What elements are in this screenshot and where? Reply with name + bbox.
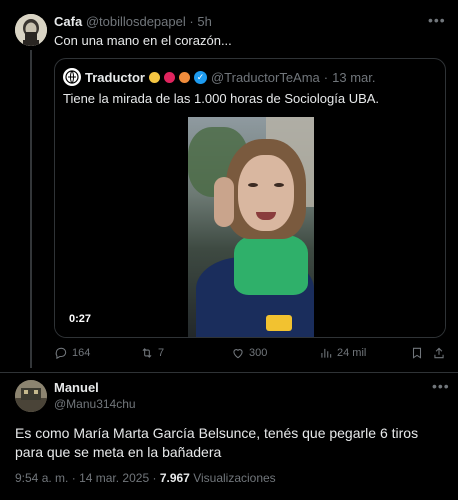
like-button[interactable]: 300 xyxy=(231,346,267,360)
tweet1-separator: · xyxy=(189,14,194,29)
bookmark-icon xyxy=(412,347,422,359)
retweet-button[interactable]: 7 xyxy=(140,346,164,360)
tweet1-time[interactable]: 5h xyxy=(197,14,211,29)
video-frame xyxy=(188,117,314,337)
tweet1-author-handle[interactable]: @tobillosdepapel xyxy=(86,14,186,29)
manuel-avatar[interactable] xyxy=(15,380,47,412)
views-button[interactable]: 24 mil xyxy=(319,346,366,360)
quoted-avatar-icon xyxy=(63,68,81,86)
tweet2-views-count: 7.967 xyxy=(159,471,190,485)
tweet1-more-options-icon[interactable]: ••• xyxy=(428,12,446,28)
reply-button[interactable]: 164 xyxy=(54,346,90,360)
sparkle-emoji-icon xyxy=(178,71,190,83)
retweet-count: 7 xyxy=(158,347,165,359)
share-icon xyxy=(434,347,444,359)
quoted-tweet-card[interactable]: Traductor ✓ @TraductorTeAma · 13 mar. Ti… xyxy=(54,58,446,338)
tweet1-author-name[interactable]: Cafa xyxy=(54,14,82,29)
tweet1-header: Cafa @tobillosdepapel · 5h xyxy=(54,14,212,29)
video-person-eye-right xyxy=(274,183,284,187)
face-emoji-icon xyxy=(148,71,160,83)
retweet-icon xyxy=(142,348,152,358)
video-person-scarf xyxy=(234,235,308,295)
video-person-badge xyxy=(266,315,292,331)
tweet2-date[interactable]: 14 mar. 2025 xyxy=(79,471,149,485)
thread-connector-line xyxy=(30,50,32,368)
share-button[interactable] xyxy=(432,346,446,360)
like-count: 300 xyxy=(249,347,268,359)
tweet2-views-label: Visualizaciones xyxy=(193,471,276,485)
quoted-author-handle: @TraductorTeAma xyxy=(210,69,320,85)
video-player[interactable]: 0:27 xyxy=(55,117,445,337)
quoted-separator: · xyxy=(323,69,329,85)
verified-badge-icon: ✓ xyxy=(193,70,207,84)
quoted-tweet-header: Traductor ✓ @TraductorTeAma · 13 mar. xyxy=(63,68,375,86)
tweet2-more-options-icon[interactable]: ••• xyxy=(432,378,450,394)
tweet1-text: Con una mano en el corazón... xyxy=(54,33,232,48)
cafa-avatar[interactable] xyxy=(15,14,47,46)
tweet-divider xyxy=(0,372,458,373)
quoted-author-name[interactable]: Traductor xyxy=(85,70,145,85)
tweet2-author-handle[interactable]: @Manu314chu xyxy=(54,397,136,411)
video-person-eye-left xyxy=(248,183,258,187)
tweet1-action-bar: 164 7 300 24 mil xyxy=(54,346,446,364)
video-duration: 0:27 xyxy=(69,313,92,325)
hearts-emoji-icon xyxy=(163,71,175,83)
video-person-hand xyxy=(214,177,234,227)
quoted-date: 13 mar. xyxy=(332,69,376,85)
views-chart-icon xyxy=(321,348,332,358)
tweet2-meta-separator: · xyxy=(71,471,76,485)
tweet2-text: Es como María Marta García Belsunce, ten… xyxy=(15,425,419,460)
tweet2-author-name[interactable]: Manuel xyxy=(54,380,99,395)
views-count: 24 mil xyxy=(337,347,367,359)
heart-icon xyxy=(233,349,243,359)
reply-icon xyxy=(55,347,67,360)
quoted-tweet-text: Tiene la mirada de las 1.000 horas de So… xyxy=(63,91,380,106)
reply-count: 164 xyxy=(72,347,91,359)
bookmark-button[interactable] xyxy=(410,346,424,360)
tweet2-meta: 9:54 a. m. · 14 mar. 2025 · 7.967 Visual… xyxy=(15,471,276,485)
tweet2-meta-separator-2: · xyxy=(152,471,157,485)
tweet2-time[interactable]: 9:54 a. m. xyxy=(15,471,68,485)
